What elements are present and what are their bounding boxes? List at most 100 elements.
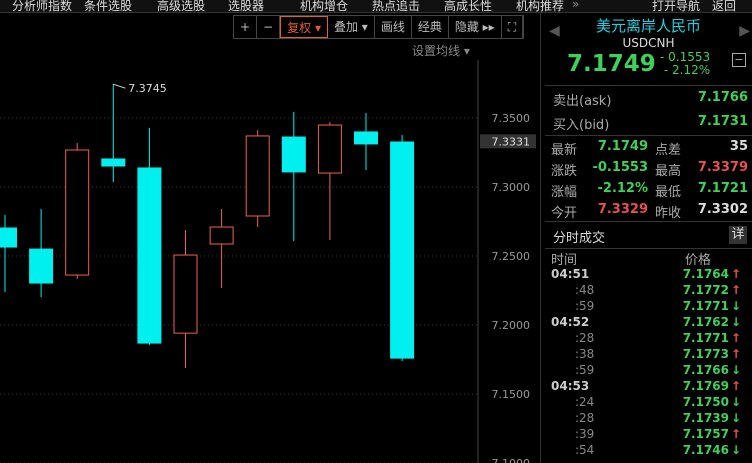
arrow-down-icon: ↓ xyxy=(730,363,741,377)
hide-button[interactable]: 隐藏 ▸▸ xyxy=(449,16,502,38)
instrument-name: 美元离岸人民币 xyxy=(595,17,701,35)
tick-time: :59 xyxy=(575,363,595,377)
arrow-down-icon: ↓ xyxy=(730,443,741,457)
classic-button[interactable]: 经典 xyxy=(412,16,449,38)
tick-time: :28 xyxy=(575,411,595,425)
stat-value: 7.1749 xyxy=(597,139,648,154)
tick-price: 7.1769 xyxy=(682,379,729,393)
quote-panel: ◀ ▶ 美元离岸人民币 USDCNH 7.1749 - 0.1553- 2.12… xyxy=(545,13,752,463)
tick-price: 7.1746 xyxy=(682,443,729,457)
candle-body xyxy=(209,226,234,245)
stat-label: 涨跌 xyxy=(551,164,578,179)
tick-price: 7.1764 xyxy=(682,267,729,281)
ask-label: 卖出(ask) xyxy=(553,94,612,109)
zoom-out-button[interactable]: − xyxy=(257,16,281,38)
tick-price: 7.1757 xyxy=(682,427,729,441)
tick-row: :59 7.1771 ↓ xyxy=(551,299,741,315)
menu-condition-select[interactable]: 条件选股 xyxy=(84,0,132,12)
y-tick-label: 7.3000 xyxy=(492,181,531,194)
tick-price: 7.1772 xyxy=(682,283,729,297)
tick-row: :54 7.1746 ↓ xyxy=(551,443,741,459)
stat-value: 7.3329 xyxy=(597,202,648,217)
tick-row: 04:51 7.1764 ↑ xyxy=(551,267,741,283)
detail-button[interactable]: 详 xyxy=(729,226,747,244)
arrow-down-icon: ↓ xyxy=(730,315,741,329)
candle-body xyxy=(0,227,17,248)
fullscreen-icon[interactable]: ⛶ xyxy=(502,16,524,38)
candle-body xyxy=(354,131,378,145)
tick-row: :24 7.1750 ↓ xyxy=(551,395,741,411)
stat-value: -0.1553 xyxy=(592,160,648,175)
stat-label: 涨幅 xyxy=(551,185,578,200)
candle-body xyxy=(137,167,162,344)
chart-toolbar: + − 复权 ▾ 叠加 ▾ 画线 经典 隐藏 ▸▸ ⛶ xyxy=(233,15,525,39)
arrow-up-icon: ↑ xyxy=(730,347,741,361)
stat-label: 今开 xyxy=(551,206,578,221)
y-tick-label: 7.1500 xyxy=(492,388,531,401)
arrow-up-icon: ↑ xyxy=(730,379,741,393)
menu-stock-picker[interactable]: 选股器 xyxy=(228,0,264,12)
stat-label: 最新 xyxy=(551,143,578,158)
high-marker xyxy=(113,83,126,89)
fuquan-dropdown[interactable]: 复权 ▾ xyxy=(280,16,328,38)
stat-label: 最高 xyxy=(655,164,682,179)
stat-value: -2.12% xyxy=(597,181,649,196)
tick-time: :48 xyxy=(575,283,595,297)
menu-institution-increase[interactable]: 机构增仓 xyxy=(300,0,348,12)
zoom-in-button[interactable]: + xyxy=(234,16,258,38)
tick-row: :59 7.1766 ↓ xyxy=(551,363,741,379)
candle-body xyxy=(390,141,415,359)
collapse-button[interactable]: − xyxy=(732,53,746,67)
candle-body xyxy=(173,254,198,334)
high-annotation: 7.3745 xyxy=(128,82,167,95)
candlestick-chart[interactable]: 7.3500 7.3000 7.2500 7.2000 7.1500 7.1000 7.33… xyxy=(0,60,540,463)
tick-price: 7.1771 xyxy=(682,331,729,345)
tick-price: 7.1739 xyxy=(682,411,729,425)
arrow-up-icon: ↑ xyxy=(730,427,741,441)
change-block: - 0.1553- 2.12% xyxy=(660,51,710,77)
tick-row: :39 7.1757 ↑ xyxy=(551,427,741,443)
tick-price: 7.1766 xyxy=(682,363,729,377)
menu-high-growth[interactable]: 高成长性 xyxy=(444,0,492,12)
menu-analyst-index[interactable]: 分析师指数 xyxy=(12,0,72,12)
current-price-label: 7.3331 xyxy=(492,135,531,148)
arrow-down-icon: ↓ xyxy=(730,299,741,313)
stat-label: 最低 xyxy=(655,185,682,200)
tick-time: 04:52 xyxy=(551,315,590,329)
y-tick-label: 7.2000 xyxy=(492,319,531,332)
ma-settings-dropdown[interactable]: 设置均线 ▾ xyxy=(412,42,470,59)
stat-value: 7.1721 xyxy=(697,181,748,196)
menu-open-nav[interactable]: 打开导航 xyxy=(652,0,700,12)
tick-price: 7.1750 xyxy=(682,395,729,409)
draw-line-button[interactable]: 画线 xyxy=(375,16,412,38)
instrument-code: USDCNH xyxy=(622,36,675,50)
candle-body xyxy=(101,158,126,167)
tick-price: 7.1762 xyxy=(682,315,729,329)
arrow-up-icon: ↑ xyxy=(730,283,741,297)
stat-value: 7.3302 xyxy=(697,202,748,217)
top-menu-bar: 分析师指数 条件选股 高级选股 选股器 机构增仓 热点追击 高成长性 机构推荐 … xyxy=(0,0,752,13)
stat-label: 昨收 xyxy=(655,206,682,221)
tick-row: 04:52 7.1762 ↓ xyxy=(551,315,741,331)
tick-time: :54 xyxy=(575,443,595,457)
arrow-down-icon: ↓ xyxy=(730,411,741,425)
candle-body xyxy=(281,136,306,173)
tick-time: :39 xyxy=(575,427,595,441)
arrow-down-icon: ↓ xyxy=(730,395,741,409)
tick-row: :28 7.1739 ↓ xyxy=(551,411,741,427)
menu-advanced-select[interactable]: 高级选股 xyxy=(157,0,205,12)
menu-more-icon[interactable]: » xyxy=(572,0,579,11)
tick-row: :28 7.1771 ↑ xyxy=(551,331,741,347)
tick-price: 7.1773 xyxy=(682,347,729,361)
candle-body xyxy=(245,135,270,217)
menu-back[interactable]: 返回 xyxy=(712,0,736,12)
stat-label: 点差 xyxy=(655,143,682,158)
overlay-dropdown[interactable]: 叠加 ▾ xyxy=(328,16,375,38)
tick-row: :38 7.1773 ↑ xyxy=(551,347,741,363)
ask-value: 7.1766 xyxy=(697,90,748,105)
tick-time: 04:53 xyxy=(551,379,590,393)
arrow-up-icon: ↑ xyxy=(730,331,741,345)
menu-institution-recommend[interactable]: 机构推荐 xyxy=(516,0,564,12)
tick-time: :24 xyxy=(575,395,595,409)
menu-hotspot[interactable]: 热点追击 xyxy=(372,0,420,12)
